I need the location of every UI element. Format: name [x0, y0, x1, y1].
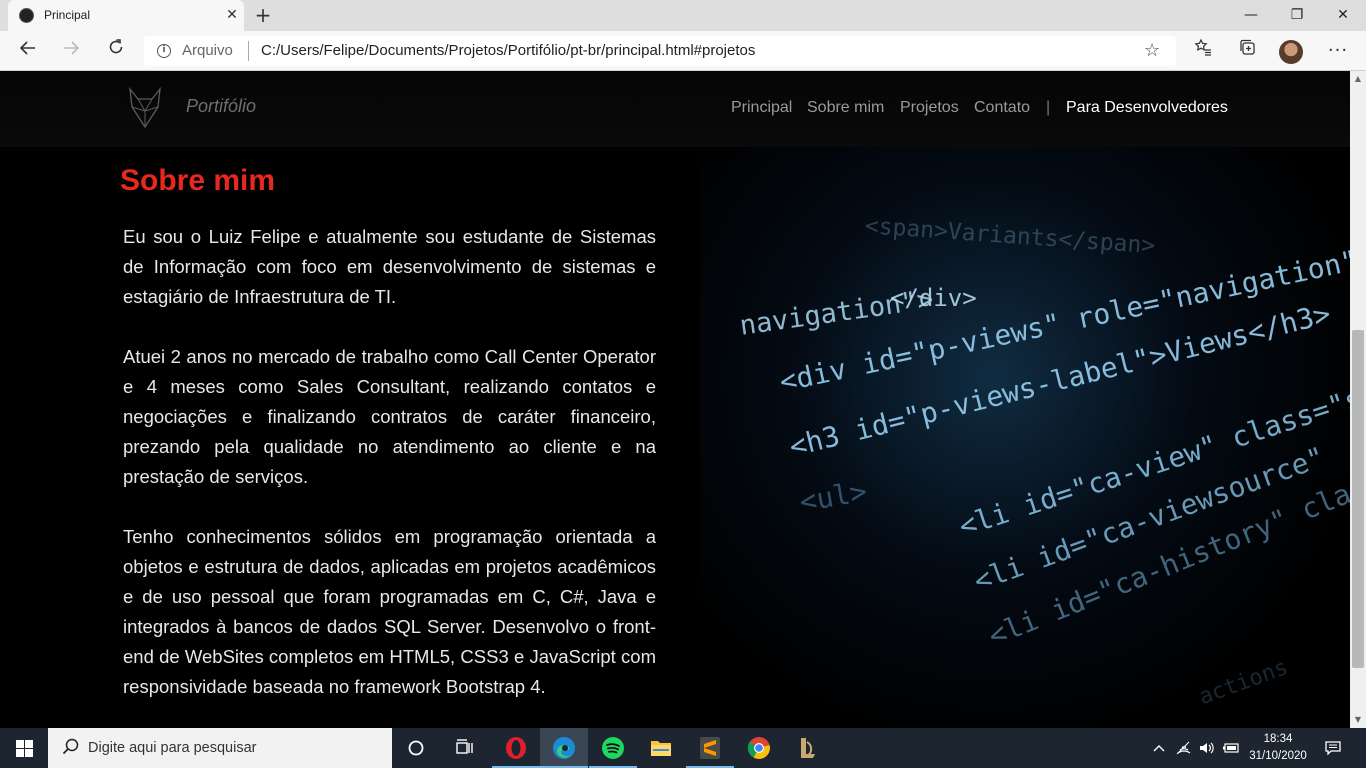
minimize-button[interactable]: — — [1228, 0, 1274, 31]
favorites-icon[interactable] — [1188, 36, 1218, 66]
back-icon[interactable] — [13, 36, 43, 66]
nav-link-sobre-mim[interactable]: Sobre mim — [807, 99, 884, 121]
edge-icon[interactable] — [540, 728, 588, 768]
restore-button[interactable]: ❐ — [1274, 0, 1320, 31]
site-header: Portifólio Principal Sobre mim Projetos … — [0, 71, 1350, 147]
volume-icon[interactable] — [1197, 728, 1217, 768]
nav-link-para-desenvolvedores[interactable]: Para Desenvolvedores — [1066, 99, 1228, 121]
clock-time: 18:34 — [1263, 733, 1293, 745]
url-divider — [248, 41, 249, 61]
about-paragraph: Atuei 2 anos no mercado de trabalho como… — [123, 346, 656, 487]
nav-link-contato[interactable]: Contato — [974, 99, 1030, 121]
start-button[interactable] — [0, 728, 48, 768]
brand-name[interactable]: Portifólio — [186, 96, 256, 117]
scroll-up-icon[interactable]: ▲ — [1350, 71, 1366, 87]
task-view-icon[interactable] — [440, 728, 488, 768]
tab-title: Principal — [44, 8, 91, 22]
more-icon[interactable]: ··· — [1323, 36, 1353, 66]
chrome-icon[interactable] — [735, 728, 783, 768]
cortana-icon[interactable] — [392, 728, 440, 768]
battery-icon[interactable] — [1221, 728, 1241, 768]
code-line: actions — [1195, 655, 1292, 711]
forward-icon[interactable] — [56, 36, 86, 66]
notifications-icon[interactable] — [1320, 728, 1346, 768]
url-text[interactable]: C:/Users/Felipe/Documents/Projetos/Porti… — [261, 42, 755, 59]
site-favicon-icon — [19, 8, 34, 23]
opera-icon[interactable] — [492, 728, 540, 768]
network-icon[interactable] — [1174, 728, 1194, 768]
system-clock[interactable]: 18:34 31/10/2020 — [1248, 731, 1308, 765]
show-hidden-icons-icon[interactable] — [1150, 728, 1168, 768]
spotify-icon[interactable] — [589, 728, 637, 768]
scroll-down-icon[interactable]: ▼ — [1350, 712, 1366, 728]
search-icon — [62, 738, 80, 761]
url-scheme-label: Arquivo — [182, 42, 233, 59]
nav-link-projetos[interactable]: Projetos — [900, 99, 959, 121]
clock-date: 31/10/2020 — [1249, 750, 1307, 762]
tab-bar: Principal ✕ + — ❐ ✕ — [0, 0, 1366, 31]
reload-icon[interactable] — [101, 36, 131, 66]
code-line: <ul> — [797, 474, 870, 519]
close-window-button[interactable]: ✕ — [1320, 0, 1366, 31]
info-icon[interactable]: i — [157, 44, 171, 58]
search-placeholder: Digite aqui para pesquisar — [88, 740, 257, 756]
code-background-image: <span>Variants</span> </div> navigation"… — [700, 141, 1350, 728]
about-paragraph: Tenho conhecimentos sólidos em programaç… — [123, 526, 656, 697]
star-icon[interactable]: ☆ — [1144, 40, 1160, 61]
collections-icon[interactable] — [1232, 36, 1262, 66]
league-of-legends-icon[interactable] — [784, 728, 832, 768]
taskbar-search-input[interactable]: Digite aqui para pesquisar — [48, 728, 392, 768]
address-bar: i Arquivo C:/Users/Felipe/Documents/Proj… — [0, 31, 1366, 71]
new-tab-button[interactable]: + — [251, 3, 275, 27]
nav-divider: | — [1046, 99, 1051, 116]
profile-avatar[interactable] — [1279, 40, 1303, 64]
page-viewport: <span>Variants</span> </div> navigation"… — [0, 71, 1350, 728]
sublime-text-icon[interactable] — [686, 728, 734, 768]
section-title: Sobre mim — [120, 164, 276, 197]
close-tab-button[interactable]: ✕ — [223, 6, 241, 24]
code-line: navigation"> — [737, 284, 936, 342]
browser-tab[interactable]: Principal ✕ — [8, 0, 244, 31]
taskbar: Digite aqui para pesquisar 18:34 31/10/2… — [0, 728, 1366, 768]
nav-link-principal[interactable]: Principal — [731, 99, 792, 121]
file-explorer-icon[interactable] — [637, 728, 685, 768]
scrollbar-thumb[interactable] — [1352, 330, 1364, 668]
fox-logo-icon[interactable] — [127, 87, 163, 129]
url-field[interactable]: i Arquivo C:/Users/Felipe/Documents/Proj… — [144, 36, 1176, 66]
vertical-scrollbar[interactable]: ▲ ▼ — [1350, 71, 1366, 728]
code-line: <span>Variants</span> — [864, 213, 1156, 260]
about-paragraph: Eu sou o Luiz Felipe e atualmente sou es… — [123, 226, 656, 307]
